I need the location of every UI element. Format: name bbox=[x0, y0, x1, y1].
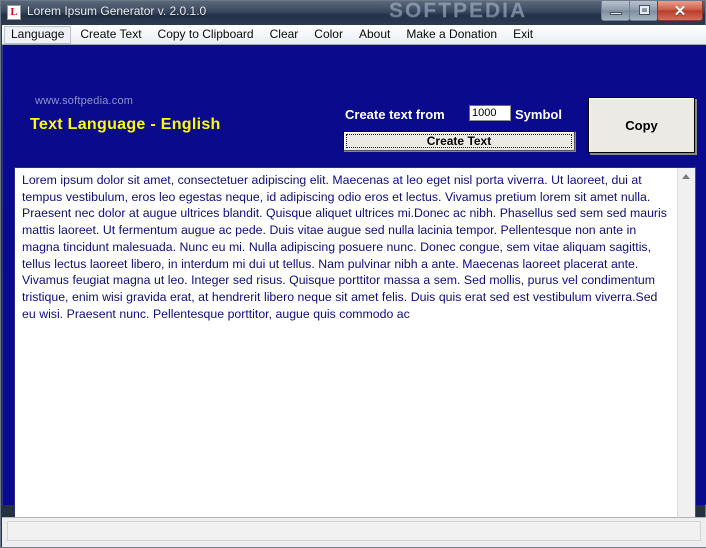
status-bar bbox=[2, 517, 706, 547]
maximize-button[interactable] bbox=[629, 1, 658, 21]
close-button[interactable]: ✕ bbox=[657, 1, 703, 21]
generated-text-area[interactable]: Lorem ipsum dolor sit amet, consectetuer… bbox=[14, 167, 696, 541]
minimize-button[interactable] bbox=[601, 1, 630, 21]
menu-item-exit[interactable]: Exit bbox=[506, 26, 540, 44]
menu-item-create-text[interactable]: Create Text bbox=[73, 26, 148, 44]
status-bar-panel bbox=[7, 521, 701, 541]
client-area: www.softpedia.com Text Language - Englis… bbox=[2, 45, 706, 541]
menu-bar: Language Create Text Copy to Clipboard C… bbox=[2, 25, 706, 45]
symbol-label: Symbol bbox=[515, 107, 562, 122]
title-bar: SOFTPEDIA L Lorem Ipsum Generator v. 2.0… bbox=[1, 1, 705, 25]
menu-item-make-a-donation[interactable]: Make a Donation bbox=[399, 26, 504, 44]
generated-text-body[interactable]: Lorem ipsum dolor sit amet, consectetuer… bbox=[15, 168, 677, 540]
create-text-from-label: Create text from bbox=[345, 107, 445, 122]
symbol-count-input[interactable] bbox=[469, 105, 511, 121]
window-title: Lorem Ipsum Generator v. 2.0.1.0 bbox=[27, 4, 207, 18]
menu-item-about[interactable]: About bbox=[352, 26, 397, 44]
menu-item-color[interactable]: Color bbox=[307, 26, 350, 44]
scroll-up-icon[interactable] bbox=[678, 168, 695, 185]
site-watermark: www.softpedia.com bbox=[35, 95, 134, 107]
application-window: SOFTPEDIA L Lorem Ipsum Generator v. 2.0… bbox=[0, 0, 706, 548]
softpedia-watermark: SOFTPEDIA bbox=[389, 1, 528, 22]
window-controls: ✕ bbox=[601, 1, 703, 22]
text-language-label: Text Language - English bbox=[30, 116, 221, 133]
create-text-button[interactable]: Create Text bbox=[343, 131, 575, 151]
vertical-scrollbar[interactable] bbox=[677, 168, 695, 540]
generated-text-content: Lorem ipsum dolor sit amet, consectetuer… bbox=[22, 173, 667, 321]
menu-item-clear[interactable]: Clear bbox=[263, 26, 306, 44]
menu-item-copy-to-clipboard[interactable]: Copy to Clipboard bbox=[151, 26, 261, 44]
close-icon: ✕ bbox=[673, 3, 687, 20]
window-frame: SOFTPEDIA L Lorem Ipsum Generator v. 2.0… bbox=[0, 0, 706, 548]
copy-button[interactable]: Copy bbox=[588, 97, 695, 153]
create-text-button-label: Create Text bbox=[346, 134, 572, 148]
menu-item-language[interactable]: Language bbox=[4, 25, 72, 44]
app-icon: L bbox=[7, 5, 21, 20]
